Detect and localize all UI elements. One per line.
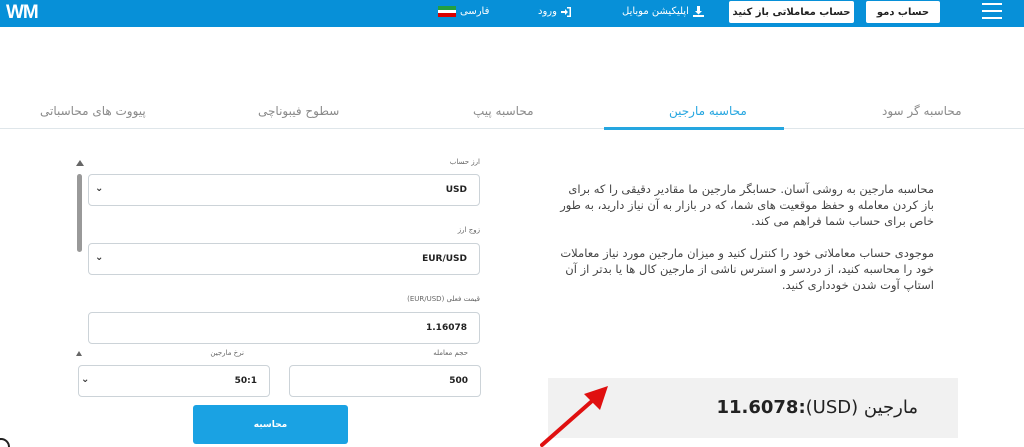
account-currency-select[interactable]: ⌄ USD [88,174,480,206]
account-currency-label: ارز حساب [449,158,480,166]
current-price-label: قیمت فعلی (EUR/USD) [407,295,480,303]
currency-pair-label: زوج ارز [457,226,480,234]
login-label: ورود [538,6,557,17]
chevron-down-icon: ⌄ [95,252,104,263]
chevron-down-icon: ⌄ [95,183,104,194]
tab-profit-calculator[interactable]: محاسبه گر سود [882,104,962,118]
mobile-app-label: اپلیکیشن موبایل [622,6,689,17]
tab-margin-calculator[interactable]: محاسبه مارجین [669,104,747,118]
login-link[interactable]: ورود [538,6,572,17]
language-label: فارسی [460,6,490,17]
red-arrow-icon [540,386,608,447]
language-selector[interactable]: فارسی [438,6,489,17]
leverage-value: 50:1 [234,376,257,386]
margin-result-currency: (USD) [805,397,859,418]
volume-value: 500 [449,376,468,386]
chevron-down-icon: ⌄ [81,374,90,385]
logo[interactable]: WM [6,2,39,24]
scroll-up-arrow[interactable] [76,160,84,166]
open-account-button[interactable]: حساب معاملاتی باز کنید [729,1,854,23]
volume-label: حجم معامله [433,349,468,357]
description-paragraph-2: موجودی حساب معاملاتی خود را کنترل کنید و… [560,246,934,292]
margin-result: 11.6078:(USD) مارجین [716,397,918,418]
iran-flag-icon [438,6,456,17]
tab-pivot-points[interactable]: پیووت های محاسباتی [40,104,146,118]
login-icon [560,6,571,17]
current-price-input[interactable]: 1.16078 [88,312,480,344]
mobile-app-link[interactable]: اپلیکیشن موبایل [622,6,704,17]
leverage-select[interactable]: ⌄ 50:1 [78,365,270,397]
demo-account-button[interactable]: حساب دمو [866,1,940,23]
calculate-button[interactable]: محاسبه [193,405,348,444]
scrollbar-thumb[interactable] [77,174,82,252]
volume-input[interactable]: 500 [289,365,481,397]
description-paragraph-1: محاسبه مارجین به روشی آسان. حسابگر مارجی… [560,182,934,228]
margin-result-label: مارجین [863,397,918,418]
active-tab-indicator [604,127,784,130]
current-price-value: 1.16078 [426,323,467,333]
margin-result-value: 11.6078 [716,397,799,418]
tab-fibonacci-levels[interactable]: سطوح فیبوناچی [258,104,339,118]
tab-pip-calculator[interactable]: محاسبه پیپ [473,104,534,118]
corner-widget-icon[interactable] [0,438,10,447]
account-currency-value: USD [445,185,467,195]
scroll-up-arrow-small[interactable] [76,351,82,356]
download-icon [692,6,704,17]
currency-pair-select[interactable]: ⌄ EUR/USD [88,243,480,275]
leverage-label: نرخ مارجین [210,349,244,357]
currency-pair-value: EUR/USD [422,254,467,264]
tabs-divider [0,128,1024,129]
menu-icon[interactable] [982,3,1002,19]
top-navigation-bar: WM فارسی ورود اپلیکیشن موبایل حساب معامل… [0,0,1024,27]
